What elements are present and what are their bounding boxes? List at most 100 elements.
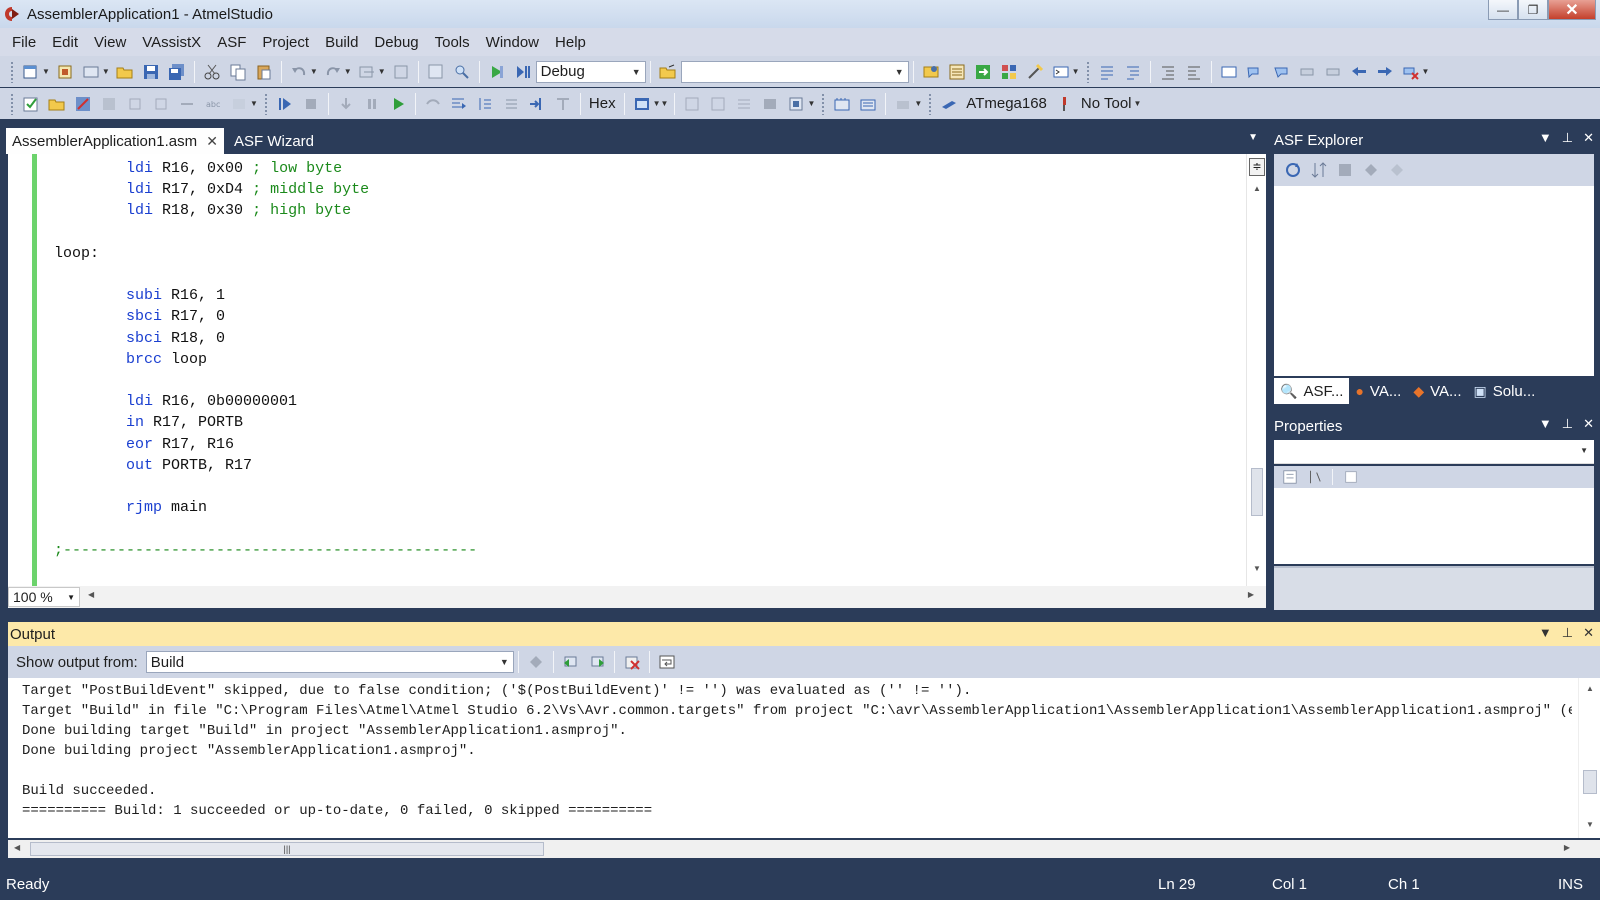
code-line[interactable]: [54, 518, 477, 539]
menu-asf[interactable]: ASF: [209, 34, 254, 51]
close-panel-icon[interactable]: ✕: [1583, 625, 1594, 641]
panel-menu-icon[interactable]: ▼: [1539, 130, 1552, 146]
disabled-tool-5-icon[interactable]: [228, 93, 250, 115]
menu-project[interactable]: Project: [254, 34, 317, 51]
code-line[interactable]: in R17, PORTB: [54, 412, 477, 433]
redo-icon[interactable]: [322, 61, 344, 83]
code-editor[interactable]: ldi R16, 0x00 ; low byte ldi R17, 0xD4 ;…: [8, 154, 1266, 586]
property-pages-icon[interactable]: [1343, 469, 1359, 485]
solution-explorer-icon[interactable]: [920, 61, 942, 83]
output-content[interactable]: Target "PostBuildEvent" skipped, due to …: [8, 678, 1600, 838]
project-tools-icon[interactable]: [72, 93, 94, 115]
extension-manager-icon[interactable]: [1024, 61, 1046, 83]
alphabetical-icon[interactable]: [1306, 469, 1322, 485]
io-view-icon[interactable]: [759, 93, 781, 115]
clear-bookmarks-icon[interactable]: [1400, 61, 1422, 83]
properties-object-select[interactable]: ▼: [1274, 440, 1594, 464]
output-horizontal-scrollbar[interactable]: ◀ ||| ▶: [8, 840, 1600, 858]
open-folder-icon[interactable]: [114, 61, 136, 83]
code-line[interactable]: [54, 222, 477, 243]
asf-explorer-content[interactable]: [1274, 186, 1594, 376]
output-source-select[interactable]: Build ▼: [145, 651, 514, 673]
reset-icon[interactable]: [552, 93, 574, 115]
categorized-icon[interactable]: [1282, 469, 1298, 485]
menu-build[interactable]: Build: [317, 34, 366, 51]
menu-tools[interactable]: Tools: [427, 34, 478, 51]
new-project-icon[interactable]: [20, 61, 42, 83]
pause-icon[interactable]: [361, 93, 383, 115]
uncomment-lines-icon[interactable]: [1122, 61, 1144, 83]
previous-bookmark-folder-icon[interactable]: [1296, 61, 1318, 83]
pin-icon[interactable]: ⊥: [1562, 130, 1573, 146]
menu-edit[interactable]: Edit: [44, 34, 86, 51]
tab-asf[interactable]: 🔍 ASF...: [1274, 378, 1350, 404]
comment-lines-icon[interactable]: [1096, 61, 1118, 83]
scroll-down-icon[interactable]: ▼: [1253, 564, 1261, 573]
next-message-icon[interactable]: [586, 651, 608, 673]
decrease-indent-icon[interactable]: [1157, 61, 1179, 83]
command-window-icon[interactable]: [1050, 61, 1072, 83]
code-line[interactable]: [54, 476, 477, 497]
scroll-thumb[interactable]: |||: [30, 842, 544, 856]
step-over-icon[interactable]: [474, 93, 496, 115]
disabled-tool-1-icon[interactable]: [98, 93, 120, 115]
add-item-icon[interactable]: [54, 61, 76, 83]
previous-message-icon[interactable]: [560, 651, 582, 673]
navigate-backward-icon[interactable]: [356, 61, 378, 83]
find-in-files-icon[interactable]: [425, 61, 447, 83]
menu-window[interactable]: Window: [478, 34, 547, 51]
stop-debugging-icon[interactable]: [300, 93, 322, 115]
code-line[interactable]: brcc loop: [54, 349, 477, 370]
tool-selection[interactable]: No Tool: [1077, 95, 1136, 112]
output-vertical-scrollbar[interactable]: ▲ ▼: [1578, 678, 1600, 838]
clear-all-icon[interactable]: [621, 651, 643, 673]
zoom-select[interactable]: 100 % ▼: [8, 587, 80, 607]
run-icon[interactable]: [387, 93, 409, 115]
run-to-cursor-icon[interactable]: [526, 93, 548, 115]
disabled-chip-icon[interactable]: [892, 93, 914, 115]
minimize-button[interactable]: —: [1488, 0, 1518, 20]
next-bookmark-icon[interactable]: [1270, 61, 1292, 83]
module-remove-icon[interactable]: [1360, 159, 1382, 181]
panel-menu-icon[interactable]: ▼: [1539, 625, 1552, 641]
checklist-icon[interactable]: [20, 93, 42, 115]
spell-check-icon[interactable]: abc: [202, 93, 224, 115]
device-chip-icon[interactable]: [938, 93, 960, 115]
device-selection[interactable]: ATmega168: [962, 95, 1051, 112]
pin-icon[interactable]: ⊥: [1562, 625, 1573, 641]
scroll-down-icon[interactable]: ▼: [1586, 820, 1594, 829]
toggle-bookmark-icon[interactable]: [1218, 61, 1240, 83]
memory-window-1-icon[interactable]: [681, 93, 703, 115]
pin-icon[interactable]: ⊥: [1562, 416, 1573, 432]
menu-file[interactable]: File: [4, 34, 44, 51]
tab-list-dropdown-icon[interactable]: ▼: [1248, 132, 1258, 143]
menu-debug[interactable]: Debug: [366, 34, 426, 51]
save-icon[interactable]: [140, 61, 162, 83]
cut-icon[interactable]: [201, 61, 223, 83]
toolbar-grip[interactable]: [10, 60, 14, 83]
disabled-tool-2-icon[interactable]: [124, 93, 146, 115]
restore-button[interactable]: ❐: [1518, 0, 1548, 20]
add-new-item-icon[interactable]: [80, 61, 102, 83]
code-line[interactable]: subi R16, 1: [54, 285, 477, 306]
save-all-icon[interactable]: [166, 61, 188, 83]
previous-bookmark-icon[interactable]: [1244, 61, 1266, 83]
tab-asf-wizard[interactable]: ASF Wizard: [228, 128, 320, 154]
panel-menu-icon[interactable]: ▼: [1539, 416, 1552, 432]
code-line[interactable]: eor R17, R16: [54, 434, 477, 455]
code-line[interactable]: [54, 264, 477, 285]
split-view-icon[interactable]: ≑: [1249, 158, 1265, 176]
editor-horizontal-scrollbar[interactable]: ◀ ▶: [80, 589, 1266, 605]
code-line[interactable]: rjmp main: [54, 497, 477, 518]
disabled-tool-4-icon[interactable]: [176, 93, 198, 115]
refresh-icon[interactable]: [1282, 159, 1304, 181]
browse-folder-icon[interactable]: [657, 61, 679, 83]
properties-grid[interactable]: [1274, 488, 1594, 564]
code-line[interactable]: ldi R17, 0xD4 ; middle byte: [54, 179, 477, 200]
registers-icon[interactable]: [733, 93, 755, 115]
scroll-right-icon[interactable]: ▶: [1564, 843, 1570, 852]
paste-icon[interactable]: [253, 61, 275, 83]
find-combo[interactable]: ▼: [680, 60, 909, 83]
find-icon[interactable]: [451, 61, 473, 83]
close-tab-icon[interactable]: ✕: [206, 133, 218, 150]
